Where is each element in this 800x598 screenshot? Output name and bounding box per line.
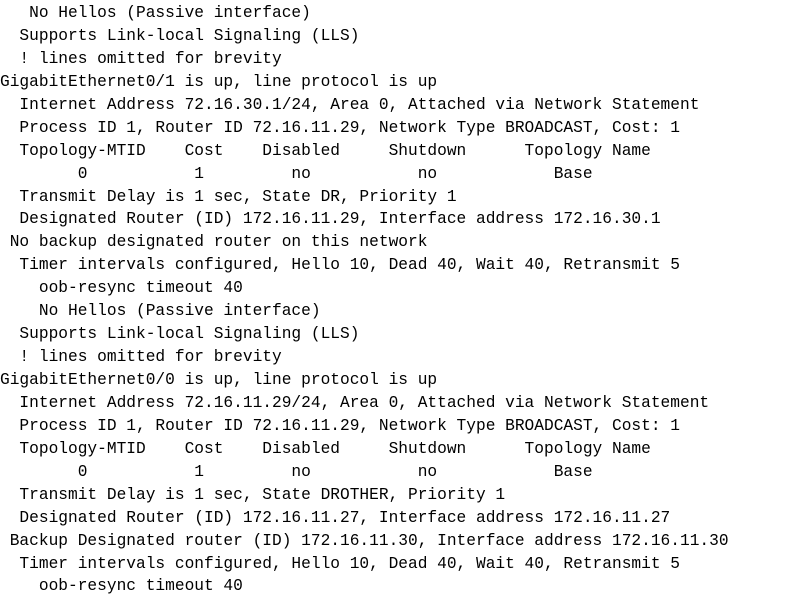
- terminal-line: ! lines omitted for brevity: [0, 49, 282, 68]
- terminal-line: Internet Address 72.16.30.1/24, Area 0, …: [0, 95, 700, 114]
- terminal-output-pane[interactable]: No Hellos (Passive interface) Supports L…: [0, 0, 800, 598]
- terminal-line: Designated Router (ID) 172.16.11.27, Int…: [0, 508, 671, 527]
- terminal-line: 0 1 no no Base: [0, 164, 593, 183]
- terminal-line: Designated Router (ID) 172.16.11.29, Int…: [0, 210, 661, 229]
- terminal-line: ! lines omitted for brevity: [0, 348, 282, 367]
- terminal-line: Internet Address 72.16.11.29/24, Area 0,…: [0, 393, 710, 412]
- terminal-line: Topology-MTID Cost Disabled Shutdown Top…: [0, 141, 651, 160]
- terminal-line: Supports Link-local Signaling (LLS): [0, 325, 360, 344]
- terminal-line: oob-resync timeout 40: [0, 577, 243, 596]
- terminal-line: No backup designated router on this netw…: [0, 233, 428, 252]
- terminal-line: Supports Link-local Signaling (LLS): [0, 26, 360, 45]
- terminal-line: Transmit Delay is 1 sec, State DR, Prior…: [0, 187, 457, 206]
- terminal-line: Timer intervals configured, Hello 10, De…: [0, 256, 680, 275]
- terminal-line: GigabitEthernet0/0 is up, line protocol …: [0, 371, 438, 389]
- terminal-line: Timer intervals configured, Hello 10, De…: [0, 554, 680, 573]
- terminal-line: Backup Designated router (ID) 172.16.11.…: [0, 531, 729, 550]
- terminal-line: 0 1 no no Base: [0, 462, 593, 481]
- terminal-line: Topology-MTID Cost Disabled Shutdown Top…: [0, 439, 651, 458]
- terminal-line: Process ID 1, Router ID 72.16.11.29, Net…: [0, 118, 680, 137]
- terminal-line: No Hellos (Passive interface): [0, 4, 311, 22]
- terminal-line: Process ID 1, Router ID 72.16.11.29, Net…: [0, 416, 680, 435]
- terminal-line: oob-resync timeout 40: [0, 279, 243, 298]
- terminal-line: No Hellos (Passive interface): [0, 302, 321, 321]
- terminal-line: GigabitEthernet0/1 is up, line protocol …: [0, 72, 438, 91]
- terminal-line: Transmit Delay is 1 sec, State DROTHER, …: [0, 485, 506, 504]
